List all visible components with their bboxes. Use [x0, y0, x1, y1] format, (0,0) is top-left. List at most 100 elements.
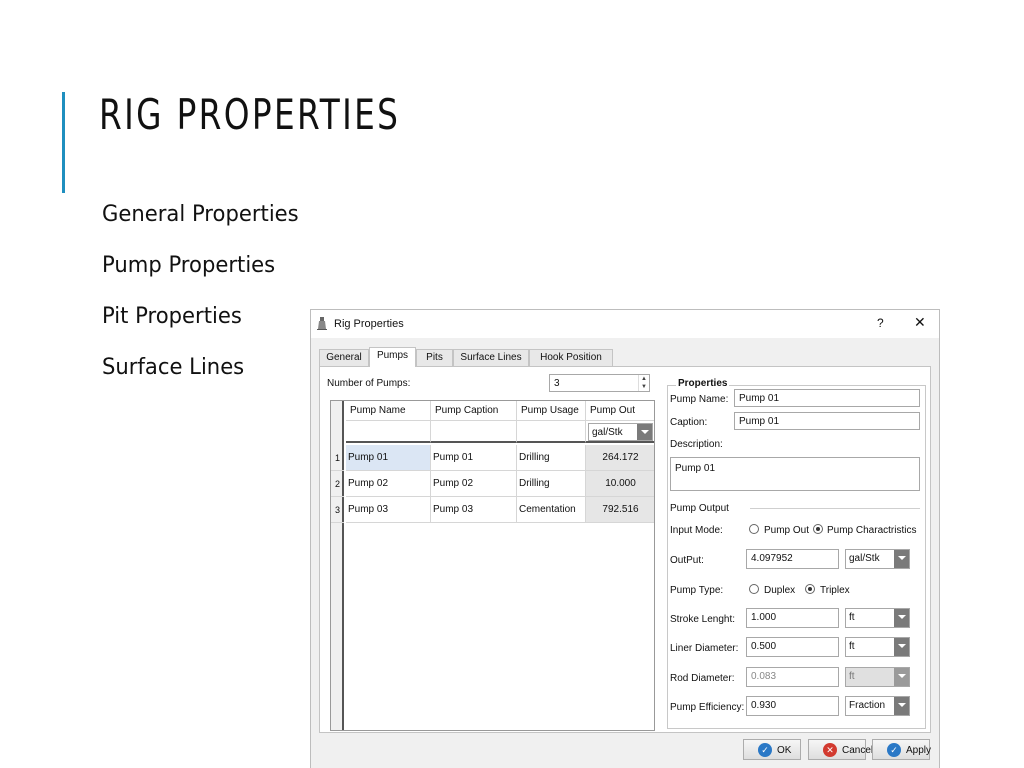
table-cell-pump-caption[interactable]: Pump 02 — [431, 471, 517, 497]
chevron-down-icon — [894, 668, 909, 686]
cancel-button-label: Cancel — [842, 745, 874, 756]
tab-pits[interactable]: Pits — [416, 349, 453, 366]
pump-efficiency-label: Pump Efficiency: — [670, 702, 745, 713]
liner-diameter-field[interactable]: 0.500 — [746, 637, 839, 657]
apply-button[interactable]: ✓ Apply — [872, 739, 932, 760]
rod-diameter-label: Rod Diameter: — [670, 673, 735, 684]
accent-bar — [62, 92, 65, 193]
properties-group-label: Properties — [676, 378, 730, 389]
bullet-general-properties: General Properties — [102, 202, 299, 227]
radio-triplex-label: Triplex — [820, 585, 850, 596]
ok-button[interactable]: ✓ OK — [743, 739, 801, 760]
chevron-down-icon[interactable] — [894, 638, 909, 656]
apply-button-label: Apply — [906, 745, 932, 756]
pump-name-field[interactable]: Pump 01 — [734, 389, 920, 407]
radio-triplex[interactable] — [805, 584, 815, 594]
ok-button-label: OK — [777, 745, 792, 756]
bullet-surface-lines: Surface Lines — [102, 355, 245, 380]
row-number: 3 — [331, 497, 344, 523]
stroke-length-field[interactable]: 1.000 — [746, 608, 839, 628]
output-unit-value: gal/Stk — [849, 553, 880, 564]
check-icon: ✓ — [887, 743, 901, 757]
table-cell-pump-usage[interactable]: Drilling — [517, 471, 586, 497]
stroke-length-unit-value: ft — [849, 612, 855, 623]
tab-hook-position[interactable]: Hook Position — [529, 349, 613, 366]
caption-field[interactable]: Pump 01 — [734, 412, 920, 430]
table-cell-pump-out: 264.172 — [586, 445, 654, 471]
pump-name-label: Pump Name: — [670, 394, 729, 405]
pumps-panel: Number of Pumps: 3 ▲ ▼ Pump Name Pump Cap… — [319, 366, 931, 733]
rod-diameter-unit-select: ft — [845, 667, 910, 687]
pump-out-unit-value: gal/Stk — [592, 427, 623, 438]
pump-efficiency-unit-select[interactable]: Fraction — [845, 696, 910, 716]
column-header-pump-name[interactable]: Pump Name — [346, 401, 431, 421]
chevron-down-icon[interactable] — [894, 550, 909, 568]
caption-label: Caption: — [670, 417, 708, 428]
number-of-pumps-value: 3 — [554, 378, 560, 389]
column-header-pump-usage[interactable]: Pump Usage — [517, 401, 586, 421]
output-field[interactable]: 4.097952 — [746, 549, 839, 569]
pump-type-label: Pump Type: — [670, 585, 724, 596]
pump-output-label: Pump Output — [670, 503, 729, 514]
slide-title: RIG PROPERTIES — [99, 90, 401, 139]
bullet-pit-properties: Pit Properties — [102, 304, 242, 329]
spin-arrows-icon[interactable]: ▲ ▼ — [638, 375, 649, 391]
radio-pump-charactristics[interactable] — [813, 524, 823, 534]
radio-pump-out-label: Pump Out — [764, 525, 810, 536]
table-cell-pump-name[interactable]: Pump 02 — [346, 471, 431, 497]
column-header-pump-caption[interactable]: Pump Caption — [431, 401, 517, 421]
output-unit-select[interactable]: gal/Stk — [845, 549, 910, 569]
chevron-down-icon[interactable] — [894, 609, 909, 627]
pumps-table: Pump Name Pump Caption Pump Usage Pump O… — [330, 400, 655, 731]
cancel-icon: ✕ — [823, 743, 837, 757]
table-cell-pump-out: 10.000 — [586, 471, 654, 497]
rig-icon — [317, 317, 327, 330]
tab-surface-lines[interactable]: Surface Lines — [453, 349, 529, 366]
table-cell-pump-out: 792.516 — [586, 497, 654, 523]
pump-efficiency-unit-value: Fraction — [849, 700, 886, 711]
tab-pumps[interactable]: Pumps — [369, 347, 416, 367]
liner-diameter-unit-select[interactable]: ft — [845, 637, 910, 657]
filter-cell — [517, 421, 586, 443]
pump-out-unit-select[interactable]: gal/Stk — [588, 423, 653, 441]
description-field[interactable]: Pump 01 — [670, 457, 920, 491]
table-cell-pump-caption[interactable]: Pump 03 — [431, 497, 517, 523]
liner-diameter-unit-value: ft — [849, 641, 855, 652]
table-cell-pump-caption[interactable]: Pump 01 — [431, 445, 517, 471]
table-cell-pump-name[interactable]: Pump 03 — [346, 497, 431, 523]
input-mode-label: Input Mode: — [670, 525, 723, 536]
column-header-pump-out[interactable]: Pump Out — [586, 401, 654, 421]
chevron-down-icon[interactable] — [894, 697, 909, 715]
chevron-down-icon[interactable] — [637, 424, 652, 440]
rod-diameter-field: 0.083 — [746, 667, 839, 687]
row-number: 2 — [331, 471, 344, 497]
bullet-pump-properties: Pump Properties — [102, 253, 276, 278]
cancel-button[interactable]: ✕ Cancel — [808, 739, 873, 760]
rig-properties-dialog: Rig Properties ? ✕ General Pumps Pits Su… — [310, 309, 940, 768]
number-of-pumps-label: Number of Pumps: — [327, 378, 411, 389]
radio-duplex-label: Duplex — [764, 585, 796, 596]
output-label: OutPut: — [670, 555, 704, 566]
check-icon: ✓ — [758, 743, 772, 757]
pump-efficiency-field[interactable]: 0.930 — [746, 696, 839, 716]
description-label: Description: — [670, 439, 723, 450]
radio-pump-charactristics-label: Pump Charactristics — [827, 525, 917, 536]
help-button[interactable]: ? — [877, 316, 884, 330]
dialog-title: Rig Properties — [334, 318, 404, 330]
filter-cell — [431, 421, 517, 443]
table-cell-pump-usage[interactable]: Drilling — [517, 445, 586, 471]
table-cell-pump-name[interactable]: Pump 01 — [346, 445, 431, 471]
stroke-length-unit-select[interactable]: ft — [845, 608, 910, 628]
number-of-pumps-spinbox[interactable]: 3 ▲ ▼ — [549, 374, 650, 392]
row-number: 1 — [331, 445, 344, 471]
liner-diameter-label: Liner Diameter: — [670, 643, 739, 654]
separator — [750, 508, 920, 509]
radio-pump-out[interactable] — [749, 524, 759, 534]
radio-duplex[interactable] — [749, 584, 759, 594]
close-button[interactable]: ✕ — [914, 314, 926, 331]
title-bar[interactable]: Rig Properties ? ✕ — [311, 310, 939, 338]
tab-general[interactable]: General — [319, 349, 369, 366]
filter-cell — [346, 421, 431, 443]
table-cell-pump-usage[interactable]: Cementation — [517, 497, 586, 523]
rod-diameter-unit-value: ft — [849, 671, 855, 682]
